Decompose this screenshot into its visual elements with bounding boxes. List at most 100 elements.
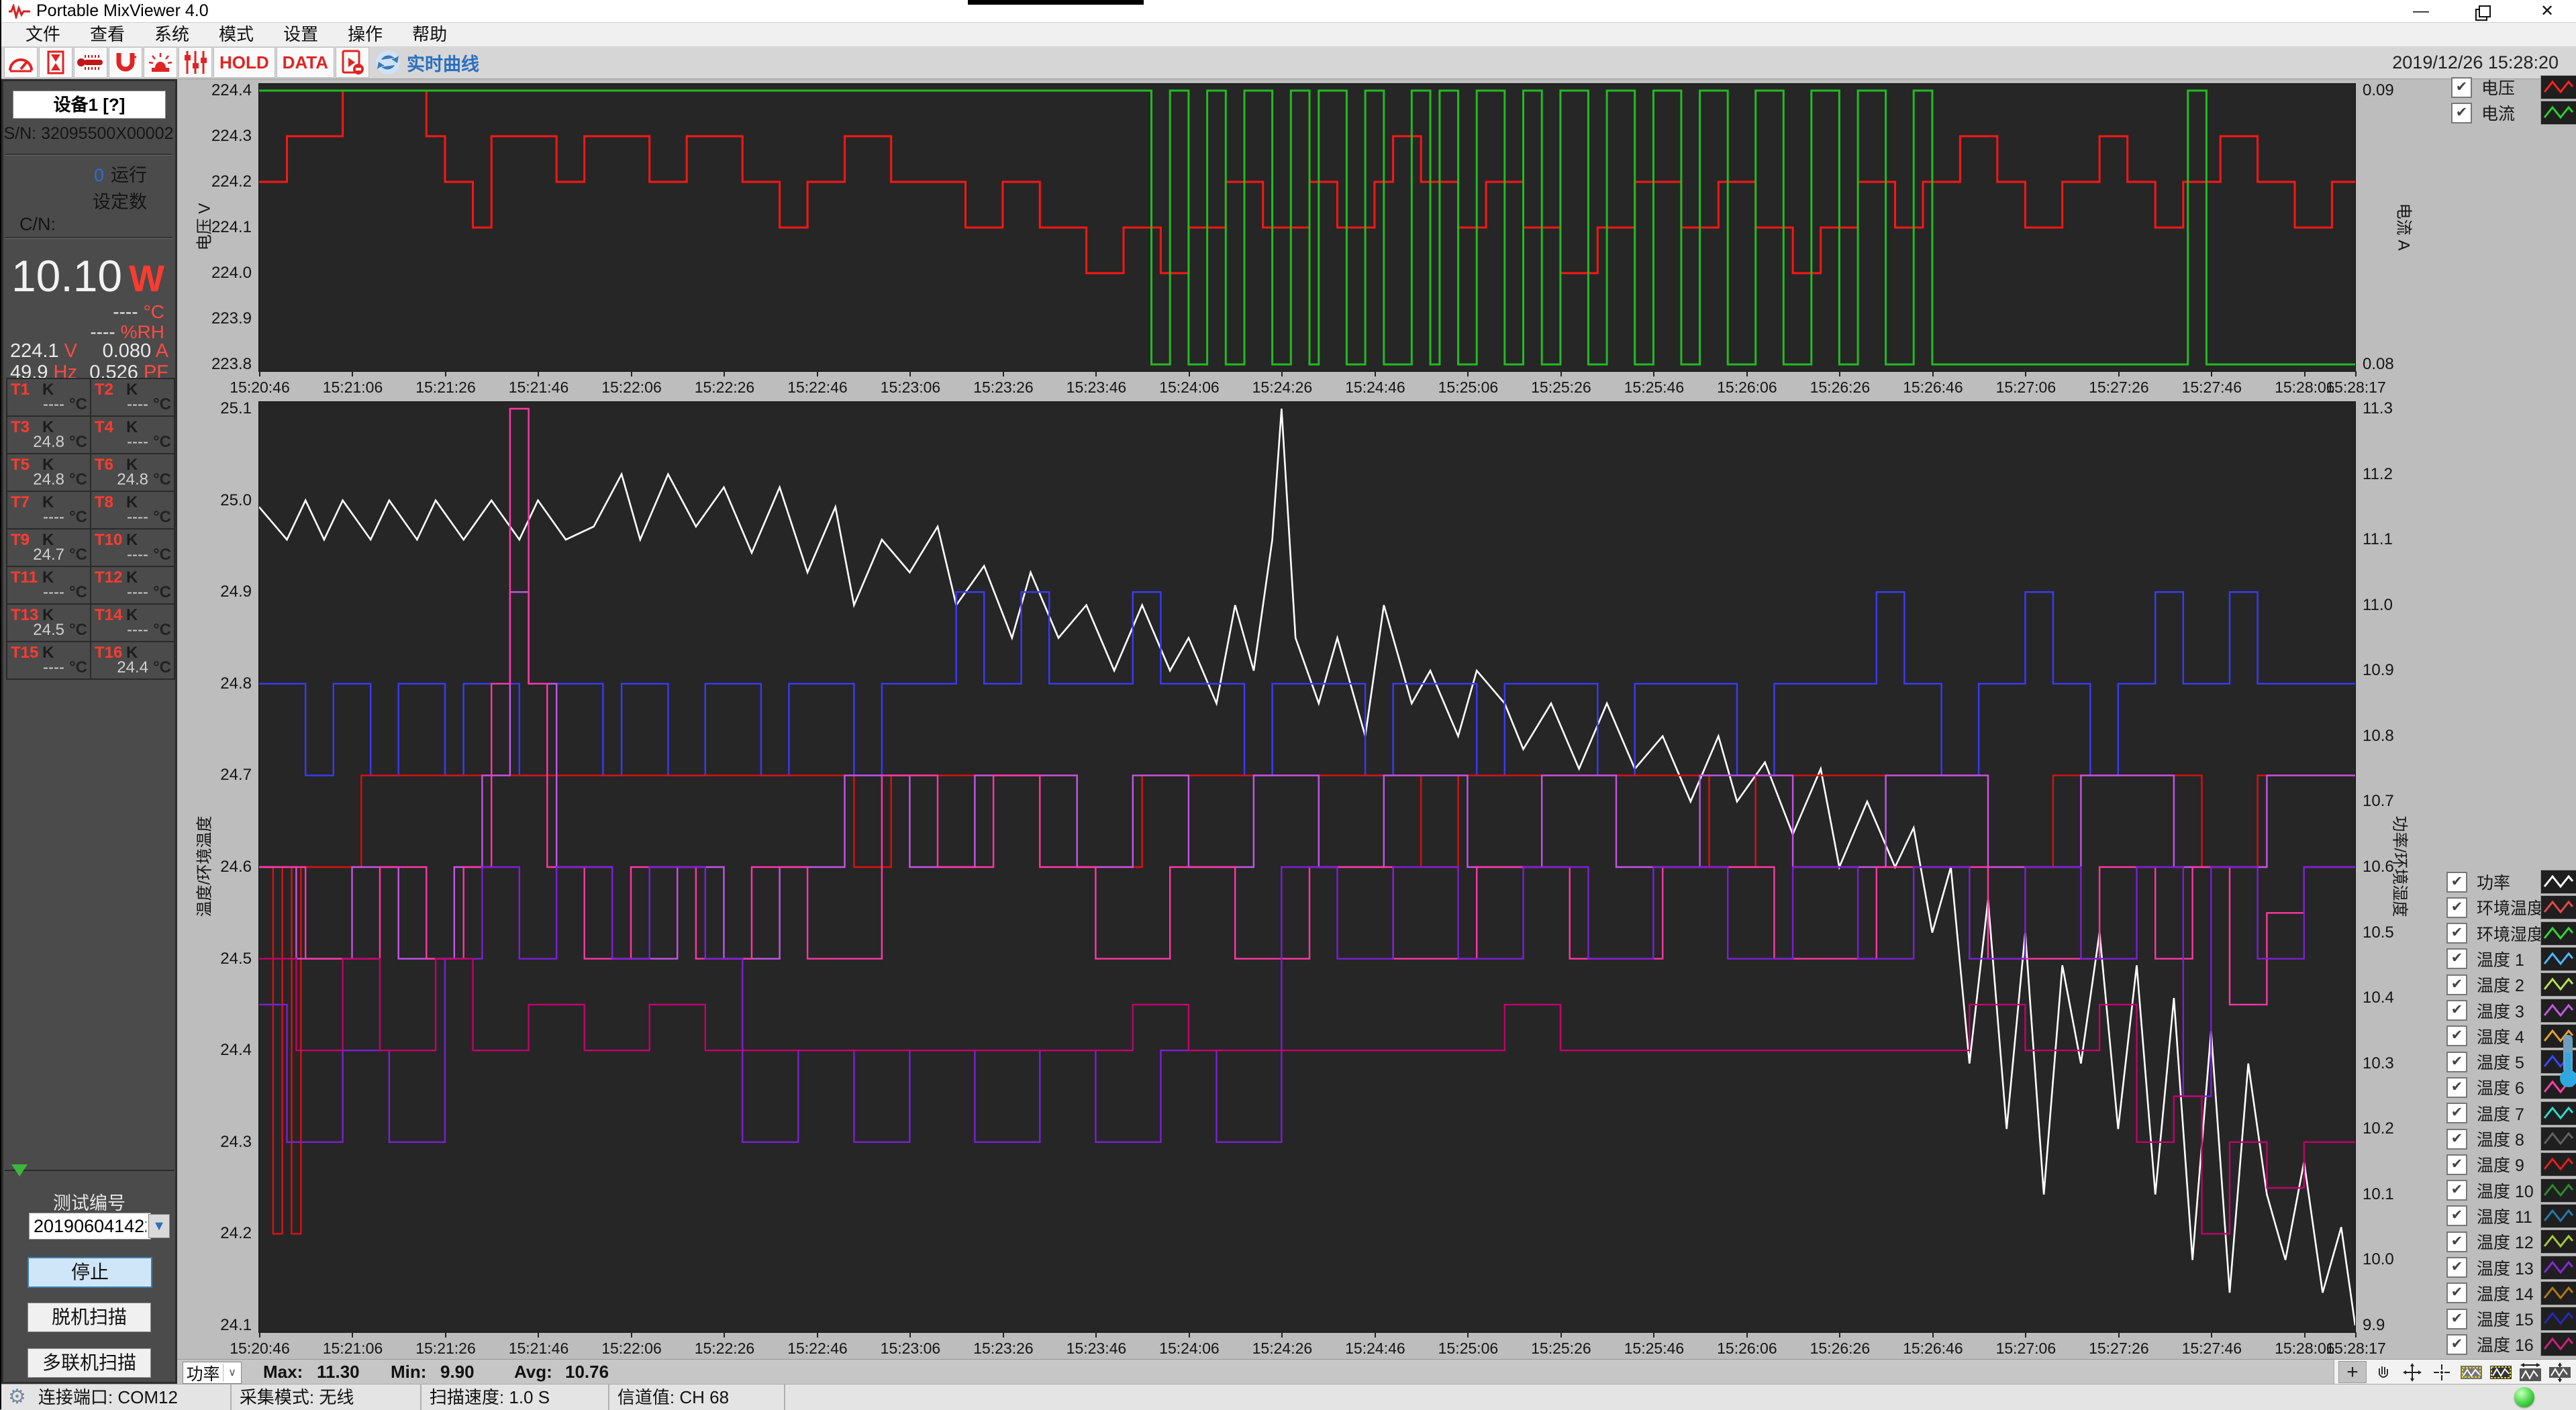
center-crosshair-button[interactable] xyxy=(2428,1362,2455,1382)
legend-swatch[interactable] xyxy=(2540,1152,2576,1176)
legend-checkbox[interactable]: ✔ xyxy=(2451,103,2472,123)
legend-swatch[interactable] xyxy=(2540,101,2576,125)
legend-checkbox[interactable]: ✔ xyxy=(2446,1077,2467,1098)
y-tick-label: 25.0 xyxy=(205,491,252,510)
mixer-button[interactable] xyxy=(179,47,212,78)
legend-checkbox[interactable]: ✔ xyxy=(2446,1180,2467,1201)
legend-swatch[interactable] xyxy=(2540,1127,2576,1151)
legend-label: 温度 9 xyxy=(2477,1152,2531,1176)
series-温度 5 xyxy=(259,592,2355,775)
move-axes-button[interactable] xyxy=(2399,1362,2426,1382)
hold-button[interactable]: HOLD xyxy=(213,47,275,78)
temp-value: ---- xyxy=(43,658,64,677)
legend-checkbox[interactable]: ✔ xyxy=(2446,1231,2467,1252)
temp-cell-T10: T10K----°C xyxy=(91,529,175,566)
legend-swatch[interactable] xyxy=(2540,870,2576,894)
zoom-x-button[interactable] xyxy=(2458,1362,2485,1382)
legend-swatch[interactable] xyxy=(2540,1204,2576,1228)
divider xyxy=(5,154,172,156)
legend-checkbox[interactable]: ✔ xyxy=(2446,1052,2467,1072)
pan-hand-button[interactable] xyxy=(2369,1362,2396,1382)
legend-checkbox[interactable]: ✔ xyxy=(2446,872,2467,893)
restore-button[interactable] xyxy=(2455,0,2515,22)
legend-checkbox[interactable]: ✔ xyxy=(2446,1334,2467,1355)
legend-checkbox[interactable]: ✔ xyxy=(2446,1309,2467,1329)
hourglass-button[interactable] xyxy=(39,47,72,78)
legend-swatch[interactable] xyxy=(2540,1332,2576,1356)
x-tick-mark xyxy=(2211,371,2212,376)
zoom-box-button[interactable] xyxy=(2487,1362,2514,1382)
legend-checkbox[interactable]: ✔ xyxy=(2446,1025,2467,1046)
gear-icon[interactable]: ⚙ xyxy=(1,1384,30,1410)
legend-swatch[interactable] xyxy=(2540,921,2576,946)
legend-row-温度 14: ✔温度 14 xyxy=(2446,1281,2576,1305)
x-tick-label: 15:21:06 xyxy=(323,1340,383,1358)
test-id-dropdown-button[interactable]: ▼ xyxy=(148,1214,170,1238)
x-tick-label: 15:24:26 xyxy=(1252,1340,1313,1358)
legend-swatch[interactable] xyxy=(2540,1101,2576,1125)
x-tick-label: 15:25:06 xyxy=(1438,1340,1499,1358)
legend-swatch[interactable] xyxy=(2540,1256,2576,1280)
legend-checkbox[interactable]: ✔ xyxy=(2446,948,2467,969)
y-tick-label: 224.0 xyxy=(205,264,252,283)
legend-swatch[interactable] xyxy=(2540,999,2576,1023)
x-tick-label: 15:27:26 xyxy=(2089,1340,2149,1358)
thermometer-button[interactable] xyxy=(74,47,107,78)
report-button[interactable] xyxy=(336,47,369,78)
zoom-cursor-button[interactable]: + xyxy=(2338,1361,2367,1383)
zoom-wave-icon xyxy=(2460,1364,2483,1381)
legend-swatch[interactable] xyxy=(2540,947,2576,971)
voltage-current-chart[interactable] xyxy=(258,83,2356,372)
menu-item-5[interactable]: 操作 xyxy=(333,23,397,46)
datetime-display: 2019/12/26 15:28:20 xyxy=(2392,52,2559,73)
legend-swatch[interactable] xyxy=(2540,1281,2576,1305)
legend-checkbox[interactable]: ✔ xyxy=(2446,1205,2467,1226)
legend-checkbox[interactable]: ✔ xyxy=(2446,1282,2467,1303)
alarm-button[interactable] xyxy=(144,47,177,78)
legend-checkbox[interactable]: ✔ xyxy=(2446,923,2467,944)
legend-swatch[interactable] xyxy=(2540,75,2576,99)
menu-item-0[interactable]: 文件 xyxy=(11,23,75,46)
menu-item-4[interactable]: 设置 xyxy=(268,23,333,46)
y-tick-label: 24.3 xyxy=(205,1133,252,1152)
menu-item-2[interactable]: 系统 xyxy=(140,23,204,46)
power-unit: W xyxy=(129,257,164,299)
legend-checkbox[interactable]: ✔ xyxy=(2446,1154,2467,1175)
realtime-curve-button[interactable]: 实时曲线 xyxy=(375,48,479,77)
avg-label: Avg: xyxy=(514,1362,552,1382)
menu-item-1[interactable]: 查看 xyxy=(75,23,140,46)
minimize-button[interactable]: — xyxy=(2391,0,2451,22)
voltage-probe-button[interactable] xyxy=(109,47,142,78)
legend-checkbox[interactable]: ✔ xyxy=(2446,1103,2467,1123)
channel-select[interactable]: 功率 ∨ xyxy=(183,1362,242,1384)
power-temperature-chart[interactable] xyxy=(258,401,2356,1333)
device-header[interactable]: 设备1 [?] xyxy=(13,91,166,119)
temp-channel-label: T2 xyxy=(95,381,113,399)
y-tick-label: 10.4 xyxy=(2363,989,2394,1007)
close-button[interactable]: ✕ xyxy=(2517,0,2576,22)
menu-item-6[interactable]: 帮助 xyxy=(397,23,462,46)
zoom-vertical-button[interactable] xyxy=(2546,1362,2573,1382)
zoom-horizontal-button[interactable] xyxy=(2517,1362,2544,1382)
multi-unit-scan-button[interactable]: 多联机扫描 xyxy=(28,1348,151,1378)
legend-checkbox[interactable]: ✔ xyxy=(2446,897,2467,918)
legend-checkbox[interactable]: ✔ xyxy=(2446,1129,2467,1150)
legend-swatch[interactable] xyxy=(2540,1178,2576,1203)
offline-scan-button[interactable]: 脱机扫描 xyxy=(28,1303,151,1332)
legend-swatch[interactable] xyxy=(2540,972,2576,997)
legend-checkbox[interactable]: ✔ xyxy=(2451,77,2472,98)
legend-checkbox[interactable]: ✔ xyxy=(2446,974,2467,995)
legend-swatch[interactable] xyxy=(2540,1229,2576,1254)
legend-swatch[interactable] xyxy=(2540,1307,2576,1331)
test-id-input[interactable] xyxy=(29,1213,151,1240)
legend-swatch[interactable] xyxy=(2540,895,2576,919)
legend-checkbox[interactable]: ✔ xyxy=(2446,1000,2467,1021)
x-tick-mark xyxy=(1095,1332,1097,1338)
thermometer-overlay-icon[interactable] xyxy=(2560,1035,2576,1091)
temp-channel-label: T7 xyxy=(11,493,30,512)
menu-item-3[interactable]: 模式 xyxy=(204,23,268,46)
data-button[interactable]: DATA xyxy=(277,47,334,78)
stop-button[interactable]: 停止 xyxy=(28,1257,152,1288)
meter-button[interactable] xyxy=(4,47,38,78)
legend-checkbox[interactable]: ✔ xyxy=(2446,1257,2467,1278)
